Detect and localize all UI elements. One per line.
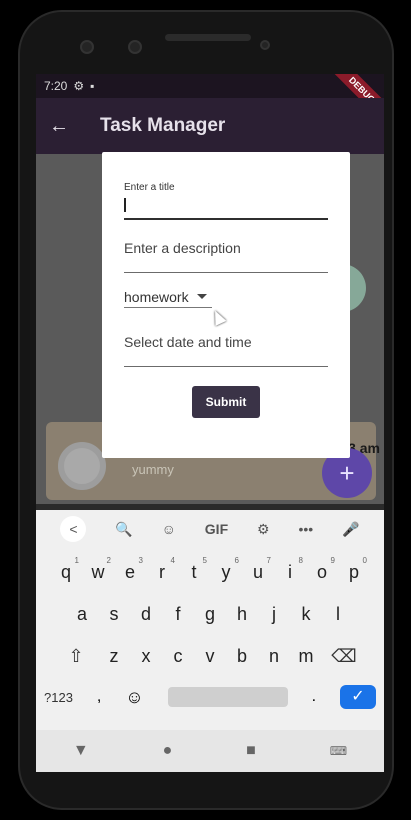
task-card-subtitle: yummy bbox=[132, 462, 174, 477]
settings-icon[interactable]: ⚙ bbox=[257, 521, 270, 538]
key-t[interactable]: 5t bbox=[178, 554, 210, 590]
phone-frame: 7:20 ⚙ ▪ DEBUG ← Task Manager yummy 3 am… bbox=[18, 10, 394, 810]
key-s[interactable]: s bbox=[98, 596, 130, 632]
key-d[interactable]: d bbox=[130, 596, 162, 632]
symbols-key[interactable]: ?123 bbox=[44, 690, 73, 705]
category-selected: homework bbox=[124, 288, 189, 305]
key-y[interactable]: 6y bbox=[210, 554, 242, 590]
datetime-underline bbox=[124, 366, 328, 367]
key-l[interactable]: l bbox=[322, 596, 354, 632]
title-input[interactable] bbox=[124, 218, 328, 220]
comma-key[interactable]: , bbox=[97, 688, 101, 706]
keyboard-collapse-icon[interactable]: < bbox=[60, 516, 87, 542]
submit-button[interactable]: Submit bbox=[192, 386, 260, 418]
datetime-input[interactable]: Select date and time bbox=[124, 334, 252, 350]
status-bar: 7:20 ⚙ ▪ bbox=[36, 74, 384, 98]
key-p[interactable]: 0p bbox=[338, 554, 370, 590]
description-underline bbox=[124, 272, 328, 273]
key-v[interactable]: v bbox=[194, 638, 226, 674]
key-i[interactable]: 8i bbox=[274, 554, 306, 590]
period-key[interactable]: . bbox=[312, 688, 316, 706]
keyboard-bottom-row: ?123 , ☺ . ✓ bbox=[36, 680, 384, 714]
soft-keyboard: < 🔍 ☺ GIF ⚙ ••• 🎤 1q 2w 3e 4r 5t 6y 7u 8… bbox=[36, 510, 384, 772]
nav-recents-icon[interactable]: ■ bbox=[246, 742, 256, 760]
key-n[interactable]: n bbox=[258, 638, 290, 674]
sticker-icon[interactable]: ☺ bbox=[162, 521, 176, 537]
text-cursor bbox=[124, 198, 126, 212]
device-screen: 7:20 ⚙ ▪ DEBUG ← Task Manager yummy 3 am… bbox=[36, 74, 384, 772]
key-f[interactable]: f bbox=[162, 596, 194, 632]
key-q[interactable]: 1q bbox=[50, 554, 82, 590]
key-x[interactable]: x bbox=[130, 638, 162, 674]
keyboard-row-2: a s d f g h j k l bbox=[36, 596, 384, 632]
keyboard-row-1: 1q 2w 3e 4r 5t 6y 7u 8i 9o 0p bbox=[36, 554, 384, 590]
app-bar: ← Task Manager bbox=[36, 98, 384, 154]
title-field-label: Enter a title bbox=[124, 182, 175, 193]
keyboard-row-3: ⇧ z x c v b n m ⌫ bbox=[36, 638, 384, 674]
key-z[interactable]: z bbox=[98, 638, 130, 674]
nav-home-icon[interactable]: ● bbox=[163, 742, 173, 760]
key-k[interactable]: k bbox=[290, 596, 322, 632]
mouse-pointer-icon bbox=[209, 308, 227, 326]
emoji-key-icon[interactable]: ☺ bbox=[125, 687, 143, 708]
front-camera-icon bbox=[128, 40, 142, 54]
gif-button[interactable]: GIF bbox=[205, 521, 228, 537]
shift-key-icon[interactable]: ⇧ bbox=[54, 638, 98, 674]
backspace-key-icon[interactable]: ⌫ bbox=[322, 638, 366, 674]
description-input[interactable]: Enter a description bbox=[124, 240, 241, 256]
settings-status-icon: ⚙ bbox=[73, 79, 85, 93]
enter-check-icon[interactable]: ✓ bbox=[339, 685, 376, 709]
key-a[interactable]: a bbox=[66, 596, 98, 632]
earpiece bbox=[165, 34, 251, 41]
keyboard-toolbar: < 🔍 ☺ GIF ⚙ ••• 🎤 bbox=[36, 510, 384, 548]
notification-status-icon: ▪ bbox=[90, 79, 95, 93]
dropdown-arrow-icon bbox=[196, 294, 207, 299]
key-w[interactable]: 2w bbox=[82, 554, 114, 590]
add-task-dialog: Enter a title Enter a description homewo… bbox=[102, 152, 350, 458]
key-b[interactable]: b bbox=[226, 638, 258, 674]
key-c[interactable]: c bbox=[162, 638, 194, 674]
navigation-bar: ▼ ● ■ ⌨ bbox=[36, 730, 384, 772]
key-r[interactable]: 4r bbox=[146, 554, 178, 590]
key-o[interactable]: 9o bbox=[306, 554, 338, 590]
key-m[interactable]: m bbox=[290, 638, 322, 674]
key-j[interactable]: j bbox=[258, 596, 290, 632]
key-u[interactable]: 7u bbox=[242, 554, 274, 590]
key-h[interactable]: h bbox=[226, 596, 258, 632]
key-e[interactable]: 3e bbox=[114, 554, 146, 590]
proximity-sensor-icon bbox=[260, 40, 270, 50]
status-time: 7:20 bbox=[44, 79, 68, 93]
task-card-avatar bbox=[58, 442, 106, 490]
more-icon[interactable]: ••• bbox=[298, 521, 313, 537]
back-arrow-icon[interactable]: ← bbox=[36, 115, 82, 138]
search-icon[interactable]: 🔍 bbox=[115, 521, 132, 538]
front-sensor-icon bbox=[80, 40, 94, 54]
key-g[interactable]: g bbox=[194, 596, 226, 632]
app-title: Task Manager bbox=[100, 115, 226, 136]
nav-back-icon[interactable]: ▼ bbox=[73, 742, 89, 760]
phone-bezel bbox=[20, 12, 392, 72]
keyboard-switch-icon[interactable]: ⌨ bbox=[330, 744, 347, 758]
space-key[interactable] bbox=[167, 687, 288, 707]
category-dropdown[interactable]: homework bbox=[124, 286, 212, 308]
mic-icon[interactable]: 🎤 bbox=[342, 521, 359, 538]
